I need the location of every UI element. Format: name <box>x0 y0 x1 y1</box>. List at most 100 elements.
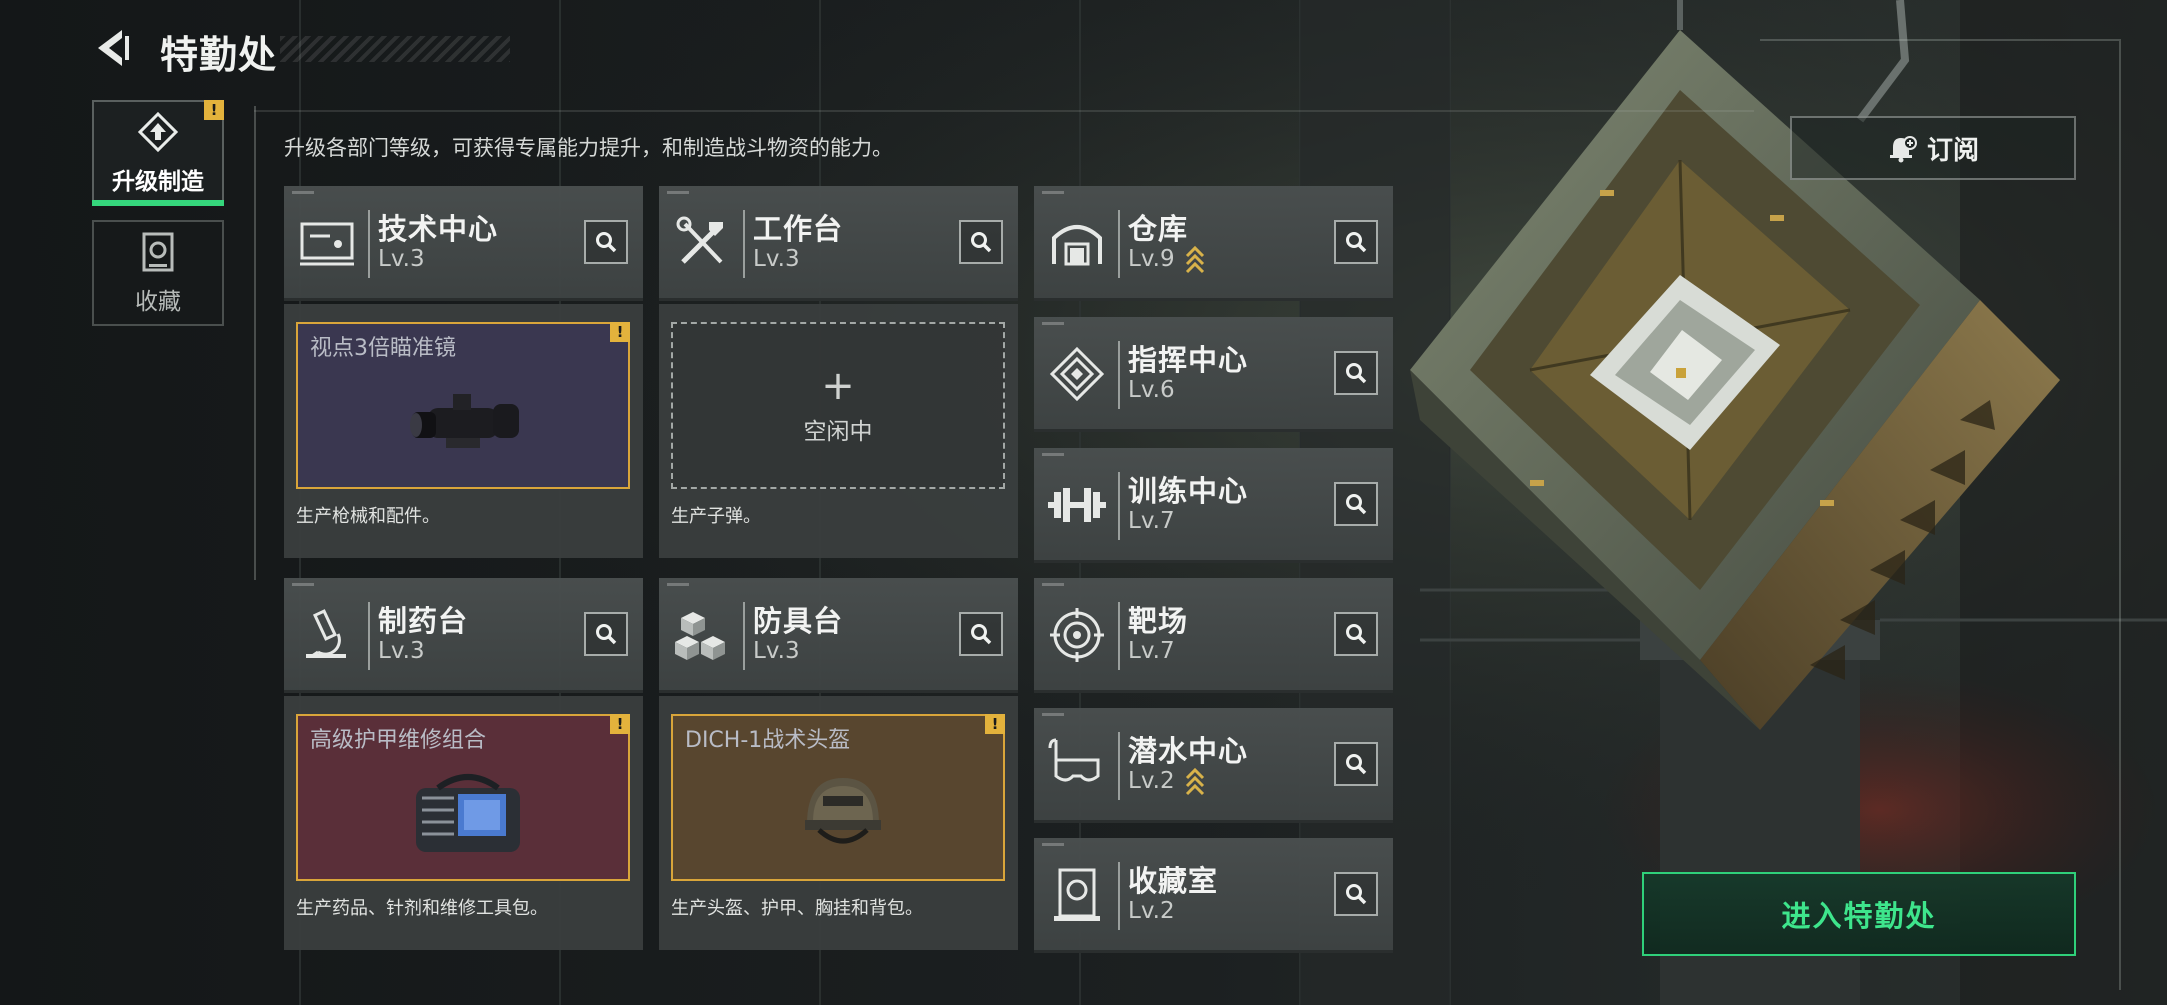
card-tag <box>667 583 689 586</box>
inspect-button[interactable] <box>959 612 1003 656</box>
add-icon: + <box>821 362 855 409</box>
facility-level: Lv.2 <box>1128 898 1175 924</box>
card-tag <box>1042 843 1064 846</box>
card-tag <box>292 583 314 586</box>
inspect-button[interactable] <box>1334 612 1378 656</box>
facility-name: 技术中心 <box>378 212 499 246</box>
repair-bag-icon <box>416 774 520 852</box>
facility-shooting-range[interactable]: 靶场 Lv.7 <box>1034 578 1393 693</box>
search-icon <box>1346 232 1367 253</box>
facility-description: 生产枪械和配件。 <box>296 506 440 527</box>
card-tag <box>1042 583 1064 586</box>
target-icon <box>1050 608 1104 662</box>
card-divider <box>1118 602 1120 670</box>
search-icon <box>1346 363 1367 384</box>
back-button[interactable] <box>92 26 136 70</box>
card-tag <box>1042 453 1064 456</box>
microscope-icon <box>306 609 346 658</box>
facility-pharmacy[interactable]: 制药台 Lv.3 <box>284 578 643 693</box>
facility-level: Lv.3 <box>753 246 800 272</box>
subscribe-label: 订阅 <box>1926 135 1979 166</box>
bell-add-icon <box>1889 136 1917 163</box>
page-description: 升级各部门等级，可获得专属能力提升，和制造战斗物资的能力。 <box>284 136 893 160</box>
collection-icon <box>142 232 174 272</box>
facility-description: 生产头盔、护甲、胸挂和背包。 <box>671 898 923 919</box>
inspect-button[interactable] <box>1334 742 1378 786</box>
facility-level: Lv.7 <box>1128 508 1175 534</box>
search-icon <box>596 232 617 253</box>
facility-level: Lv.3 <box>753 638 800 664</box>
dumbbell-icon <box>1048 488 1106 522</box>
card-tag <box>1042 191 1064 194</box>
facility-name: 指挥中心 <box>1128 343 1249 377</box>
enter-label: 进入特勤处 <box>1781 899 1937 933</box>
search-icon <box>596 624 617 645</box>
card-divider <box>1118 732 1120 800</box>
facility-name: 收藏室 <box>1128 864 1219 898</box>
facility-workbench[interactable]: 工作台 Lv.3 <box>659 186 1018 301</box>
inspect-button[interactable] <box>1334 220 1378 264</box>
facility-description: 生产子弹。 <box>671 506 761 527</box>
search-icon <box>1346 884 1367 905</box>
facility-warehouse[interactable]: 仓库 Lv.9 <box>1034 186 1393 301</box>
tab-upgrade-craft[interactable]: 升级制造 ! <box>92 100 224 206</box>
facility-command-center[interactable]: 指挥中心 Lv.6 <box>1034 317 1393 432</box>
command-icon <box>1049 346 1105 402</box>
warning-badge: ! <box>610 322 630 342</box>
inspect-button[interactable] <box>959 220 1003 264</box>
production-slot[interactable]: 视点3倍瞄准镜 ! <box>296 322 630 489</box>
inspect-button[interactable] <box>584 612 628 656</box>
empty-production-slot[interactable]: + 空闲中 <box>671 322 1005 489</box>
search-icon <box>1346 494 1367 515</box>
facility-armory-production: DICH-1战术头盔 ! 生产头盔、护甲、胸挂和背包。 <box>659 696 1018 950</box>
production-slot[interactable]: 高级护甲维修组合 ! <box>296 714 630 881</box>
card-divider <box>368 210 370 278</box>
facility-level: Lv.3 <box>378 246 425 272</box>
facility-description: 生产药品、针剂和维修工具包。 <box>296 898 548 919</box>
diving-mask-icon <box>1048 738 1100 782</box>
upgrade-available-icon <box>1185 245 1205 274</box>
inspect-button[interactable] <box>1334 482 1378 526</box>
warehouse-icon <box>1052 225 1102 266</box>
facility-name: 制药台 <box>378 604 469 638</box>
facility-training-center[interactable]: 训练中心 Lv.7 <box>1034 448 1393 563</box>
facility-armory[interactable]: 防具台 Lv.3 <box>659 578 1018 693</box>
facility-tech-center-production: 视点3倍瞄准镜 ! 生产枪械和配件。 <box>284 304 643 558</box>
inspect-button[interactable] <box>1334 872 1378 916</box>
facility-pharmacy-production: 高级护甲维修组合 ! 生产药品、针剂和维修工具包。 <box>284 696 643 950</box>
page-title: 特勤处 <box>160 33 278 77</box>
cubes-icon <box>675 612 725 660</box>
facility-diving-center[interactable]: 潜水中心 Lv.2 <box>1034 708 1393 823</box>
idle-label: 空闲中 <box>803 418 873 445</box>
scope-icon <box>410 394 519 448</box>
inspect-button[interactable] <box>584 220 628 264</box>
subscribe-button[interactable]: 订阅 <box>1790 116 2076 180</box>
terminal-icon <box>300 222 354 266</box>
facility-name: 潜水中心 <box>1128 734 1249 768</box>
slot-item-name: 视点3倍瞄准镜 <box>310 336 456 361</box>
tab-collection-label: 收藏 <box>135 289 181 315</box>
tab-collection[interactable]: 收藏 <box>92 220 224 326</box>
facility-level: Lv.7 <box>1128 638 1175 664</box>
production-slot[interactable]: DICH-1战术头盔 ! <box>671 714 1005 881</box>
facility-level: Lv.6 <box>1128 377 1175 403</box>
facility-name: 训练中心 <box>1128 474 1249 508</box>
facility-collection-room[interactable]: 收藏室 Lv.2 <box>1034 838 1393 953</box>
enter-special-ops-button[interactable]: 进入特勤处 <box>1642 872 2076 956</box>
inspect-button[interactable] <box>1334 351 1378 395</box>
facility-name: 仓库 <box>1128 212 1189 246</box>
facility-name: 靶场 <box>1128 604 1189 638</box>
helmet-icon <box>805 778 881 844</box>
warning-badge: ! <box>610 714 630 734</box>
warning-badge: ! <box>985 714 1005 734</box>
tools-icon <box>676 216 723 264</box>
facility-tech-center[interactable]: 技术中心 Lv.3 <box>284 186 643 301</box>
title-decoration <box>280 36 510 62</box>
header-divider <box>254 110 1754 112</box>
nav-divider <box>254 106 256 580</box>
search-icon <box>1346 754 1367 775</box>
card-tag <box>667 191 689 194</box>
facility-level: Lv.3 <box>378 638 425 664</box>
facility-name: 工作台 <box>753 212 844 246</box>
card-divider <box>743 210 745 278</box>
